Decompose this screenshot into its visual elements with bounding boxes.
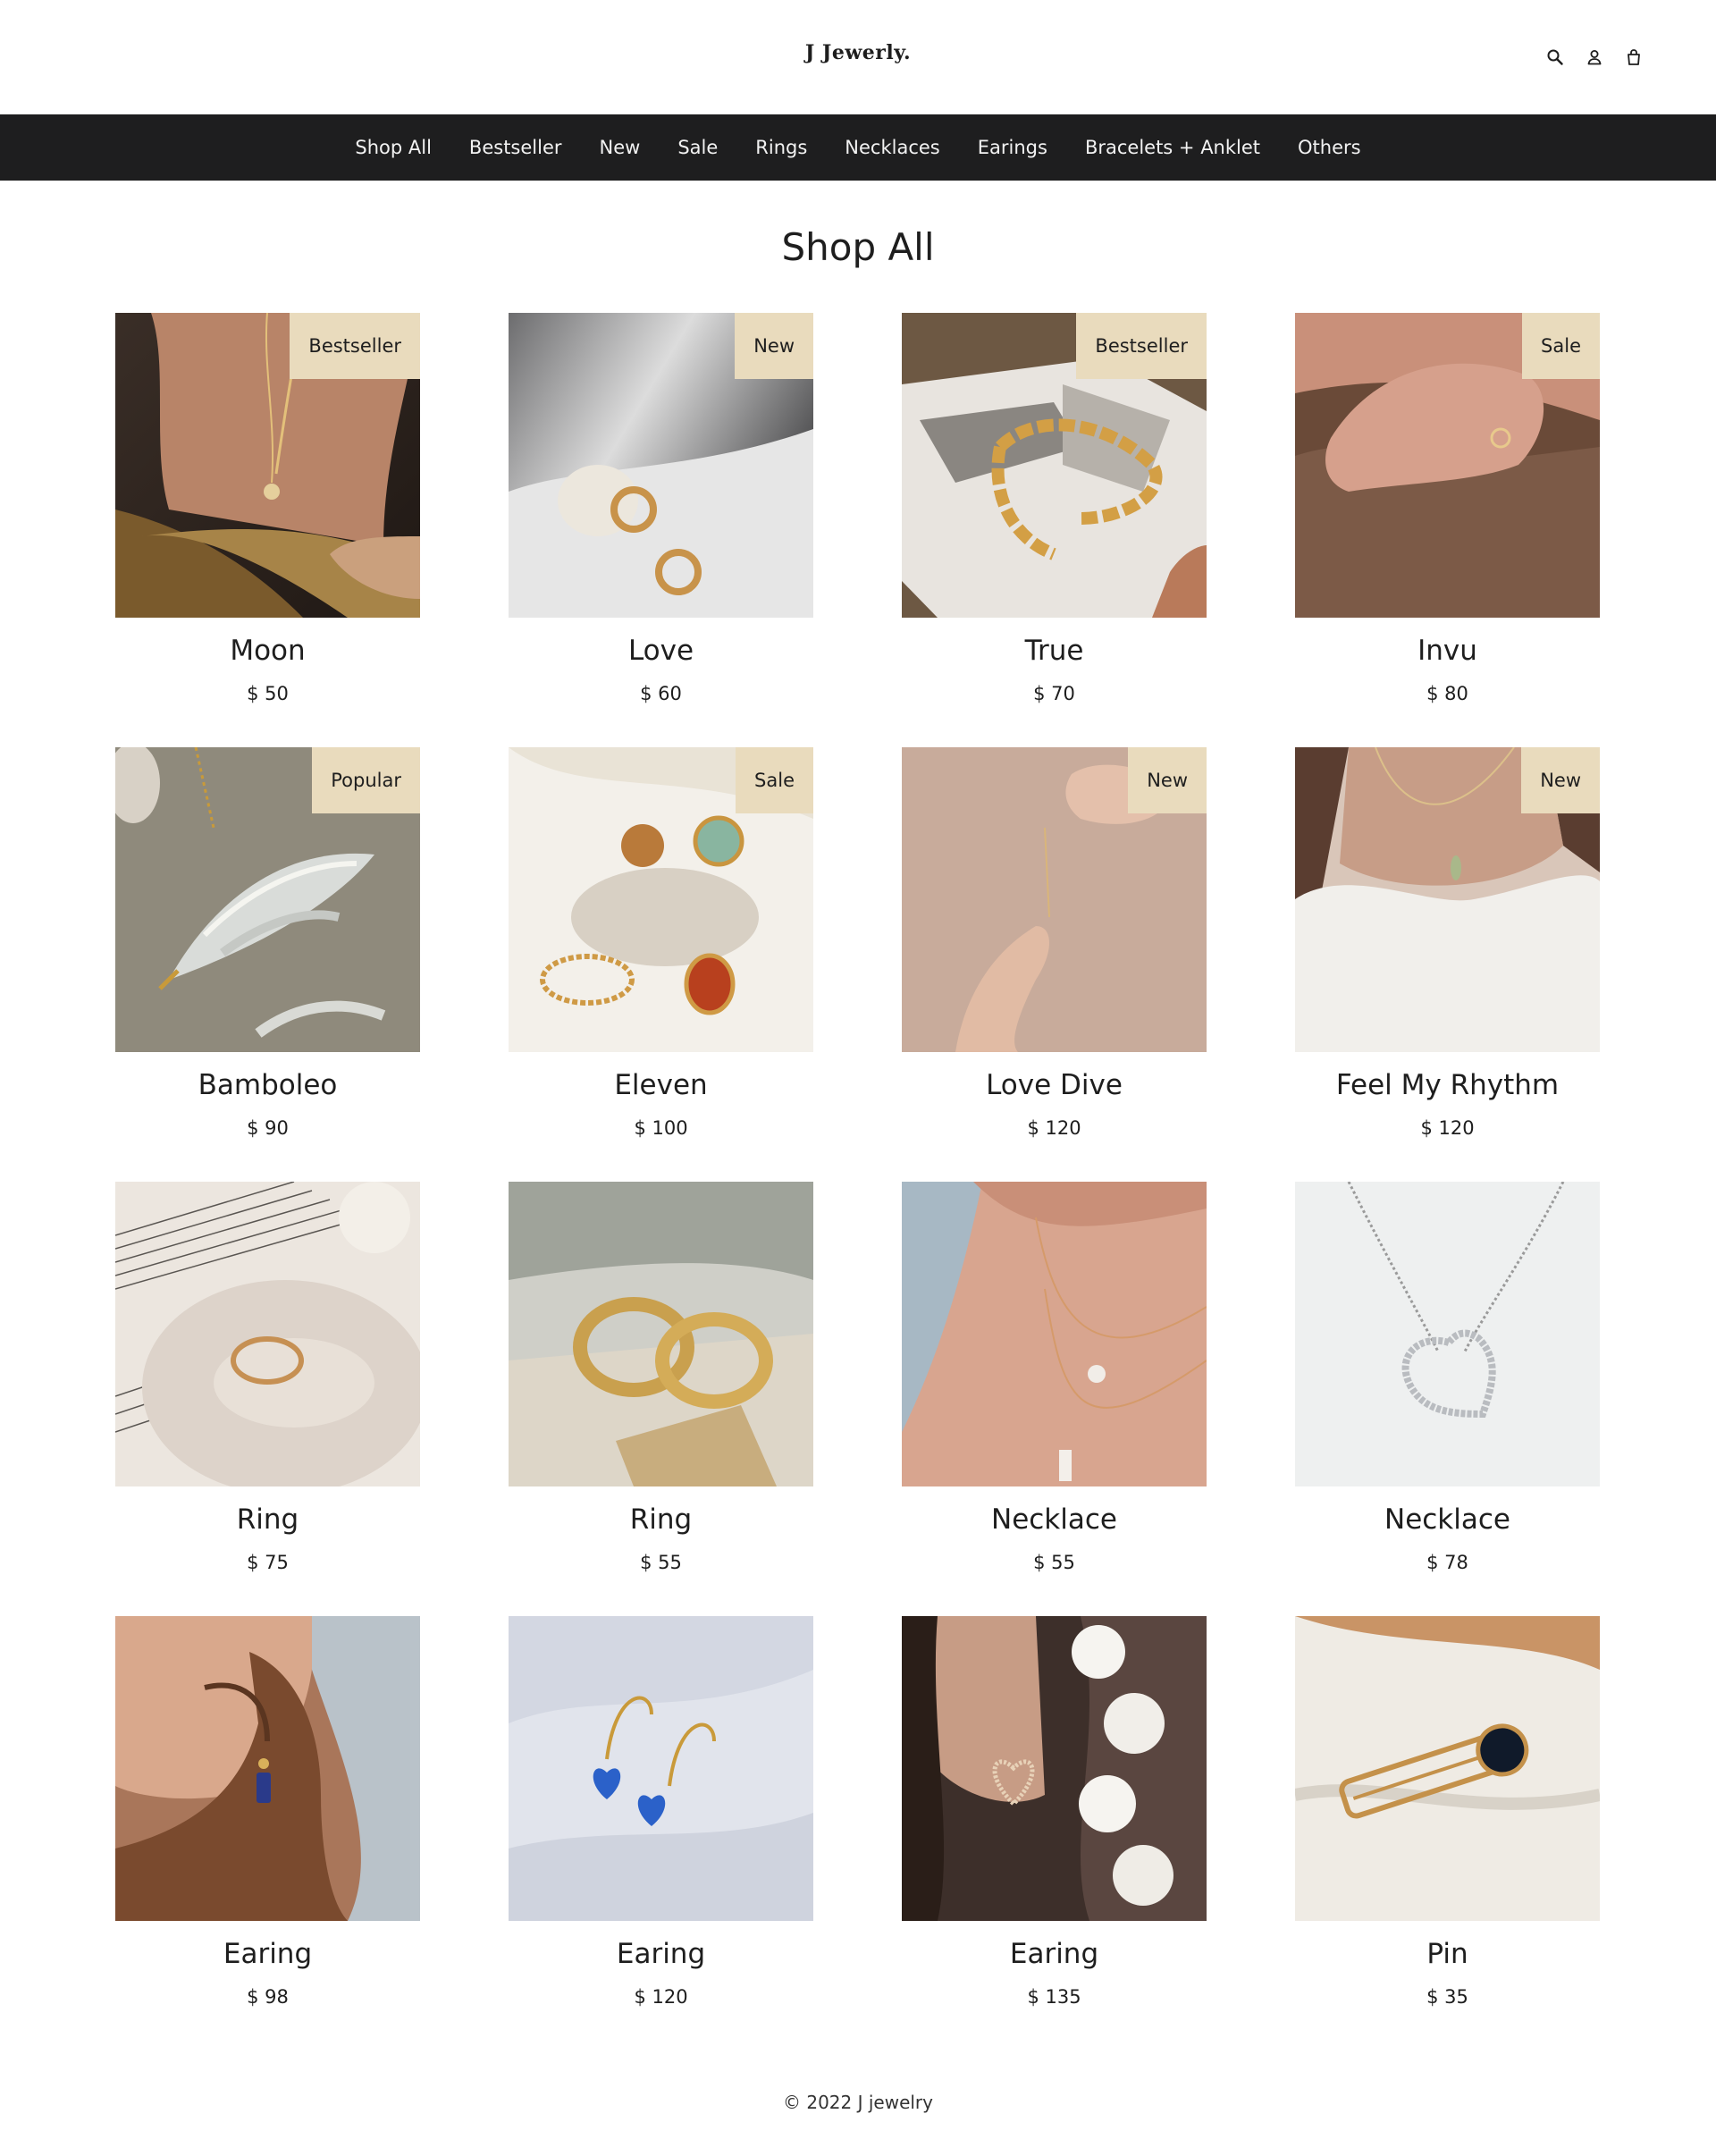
product-image[interactable] bbox=[902, 1182, 1207, 1486]
footer-copyright: © 2022 J jewelry bbox=[782, 2092, 933, 2113]
nav-sale[interactable]: Sale bbox=[677, 137, 718, 158]
product-image[interactable] bbox=[902, 1616, 1207, 1921]
product-card[interactable]: Bestseller Moon $ 50 bbox=[115, 313, 420, 704]
product-price: $ 80 bbox=[1426, 683, 1468, 704]
product-name[interactable]: Ring bbox=[80, 1503, 456, 1536]
product-name[interactable]: Bamboleo bbox=[80, 1069, 456, 1101]
nav-necklaces[interactable]: Necklaces bbox=[845, 137, 939, 158]
page-title: Shop All bbox=[781, 225, 935, 269]
product-price: $ 50 bbox=[247, 683, 289, 704]
header-icons bbox=[1544, 46, 1644, 68]
nav-new[interactable]: New bbox=[600, 137, 641, 158]
site-header: J Jewerly. bbox=[0, 0, 1716, 114]
product-card[interactable]: Sale Eleven $ 100 bbox=[509, 747, 813, 1139]
product-price: $ 100 bbox=[634, 1117, 688, 1139]
product-card[interactable]: New Love Dive $ 120 bbox=[902, 747, 1207, 1139]
product-price: $ 98 bbox=[247, 1986, 289, 2008]
main-nav: Shop All Bestseller New Sale Rings Neckl… bbox=[0, 114, 1716, 181]
product-image[interactable]: Sale bbox=[1295, 313, 1600, 618]
product-card[interactable]: New Love $ 60 bbox=[509, 313, 813, 704]
product-price: $ 120 bbox=[634, 1986, 688, 2008]
product-badge: Sale bbox=[1522, 313, 1600, 379]
product-card[interactable]: Earing $ 120 bbox=[509, 1616, 813, 2008]
product-card[interactable]: Sale Invu $ 80 bbox=[1295, 313, 1600, 704]
product-name[interactable]: Ring bbox=[473, 1503, 849, 1536]
product-card[interactable]: Earing $ 135 bbox=[902, 1616, 1207, 2008]
product-image[interactable] bbox=[115, 1182, 420, 1486]
product-card[interactable]: Ring $ 55 bbox=[509, 1182, 813, 1573]
product-price: $ 70 bbox=[1033, 683, 1075, 704]
product-price: $ 120 bbox=[1027, 1117, 1081, 1139]
product-name[interactable]: Necklace bbox=[866, 1503, 1242, 1536]
product-price: $ 135 bbox=[1027, 1986, 1081, 2008]
product-image[interactable] bbox=[509, 1182, 813, 1486]
product-name[interactable]: Earing bbox=[80, 1938, 456, 1970]
cart-icon[interactable] bbox=[1623, 46, 1644, 68]
product-image[interactable] bbox=[1295, 1182, 1600, 1486]
product-image[interactable] bbox=[115, 1616, 420, 1921]
product-image[interactable]: New bbox=[1295, 747, 1600, 1052]
product-price: $ 78 bbox=[1426, 1552, 1468, 1573]
product-badge: Bestseller bbox=[1076, 313, 1207, 379]
product-name[interactable]: Moon bbox=[80, 635, 456, 667]
product-image[interactable] bbox=[509, 1616, 813, 1921]
product-image[interactable]: Popular bbox=[115, 747, 420, 1052]
product-price: $ 90 bbox=[247, 1117, 289, 1139]
product-card[interactable]: Necklace $ 55 bbox=[902, 1182, 1207, 1573]
nav-others[interactable]: Others bbox=[1298, 137, 1361, 158]
product-image[interactable]: Sale bbox=[509, 747, 813, 1052]
product-card[interactable]: Popular Bamboleo $ 90 bbox=[115, 747, 420, 1139]
product-price: $ 75 bbox=[247, 1552, 289, 1573]
product-name[interactable]: Earing bbox=[473, 1938, 849, 1970]
nav-earings[interactable]: Earings bbox=[978, 137, 1047, 158]
product-image[interactable]: New bbox=[902, 747, 1207, 1052]
product-card[interactable]: New Feel My Rhythm $ 120 bbox=[1295, 747, 1600, 1139]
product-card[interactable]: Pin $ 35 bbox=[1295, 1616, 1600, 2008]
product-image[interactable]: Bestseller bbox=[902, 313, 1207, 618]
product-name[interactable]: Earing bbox=[866, 1938, 1242, 1970]
product-badge: Bestseller bbox=[290, 313, 420, 379]
product-price: $ 55 bbox=[640, 1552, 682, 1573]
product-image[interactable] bbox=[1295, 1616, 1600, 1921]
nav-rings[interactable]: Rings bbox=[755, 137, 807, 158]
product-card[interactable]: Earing $ 98 bbox=[115, 1616, 420, 2008]
nav-bracelets-anklet[interactable]: Bracelets + Anklet bbox=[1085, 137, 1260, 158]
product-name[interactable]: Love bbox=[473, 635, 849, 667]
product-image[interactable]: Bestseller bbox=[115, 313, 420, 618]
product-image[interactable]: New bbox=[509, 313, 813, 618]
product-name[interactable]: Love Dive bbox=[866, 1069, 1242, 1101]
product-name[interactable]: Pin bbox=[1259, 1938, 1636, 1970]
account-icon[interactable] bbox=[1584, 46, 1605, 68]
product-card[interactable]: Bestseller True $ 70 bbox=[902, 313, 1207, 704]
product-badge: Popular bbox=[312, 747, 420, 813]
product-price: $ 120 bbox=[1420, 1117, 1475, 1139]
product-name[interactable]: Feel My Rhythm bbox=[1259, 1069, 1636, 1101]
product-name[interactable]: Necklace bbox=[1259, 1503, 1636, 1536]
product-badge: New bbox=[1521, 747, 1600, 813]
store-logo[interactable]: J Jewerly. bbox=[0, 41, 1716, 64]
product-price: $ 60 bbox=[640, 683, 682, 704]
nav-shop-all[interactable]: Shop All bbox=[355, 137, 432, 158]
product-name[interactable]: Invu bbox=[1259, 635, 1636, 667]
product-badge: New bbox=[1128, 747, 1207, 813]
product-grid: Bestseller Moon $ 50 New Love $ 60 Bests… bbox=[115, 313, 1601, 2008]
product-card[interactable]: Necklace $ 78 bbox=[1295, 1182, 1600, 1573]
nav-bestseller[interactable]: Bestseller bbox=[469, 137, 562, 158]
product-badge: New bbox=[735, 313, 813, 379]
product-card[interactable]: Ring $ 75 bbox=[115, 1182, 420, 1573]
product-name[interactable]: Eleven bbox=[473, 1069, 849, 1101]
product-name[interactable]: True bbox=[866, 635, 1242, 667]
search-icon[interactable] bbox=[1544, 46, 1566, 68]
product-badge: Sale bbox=[736, 747, 813, 813]
product-price: $ 35 bbox=[1426, 1986, 1468, 2008]
product-price: $ 55 bbox=[1033, 1552, 1075, 1573]
